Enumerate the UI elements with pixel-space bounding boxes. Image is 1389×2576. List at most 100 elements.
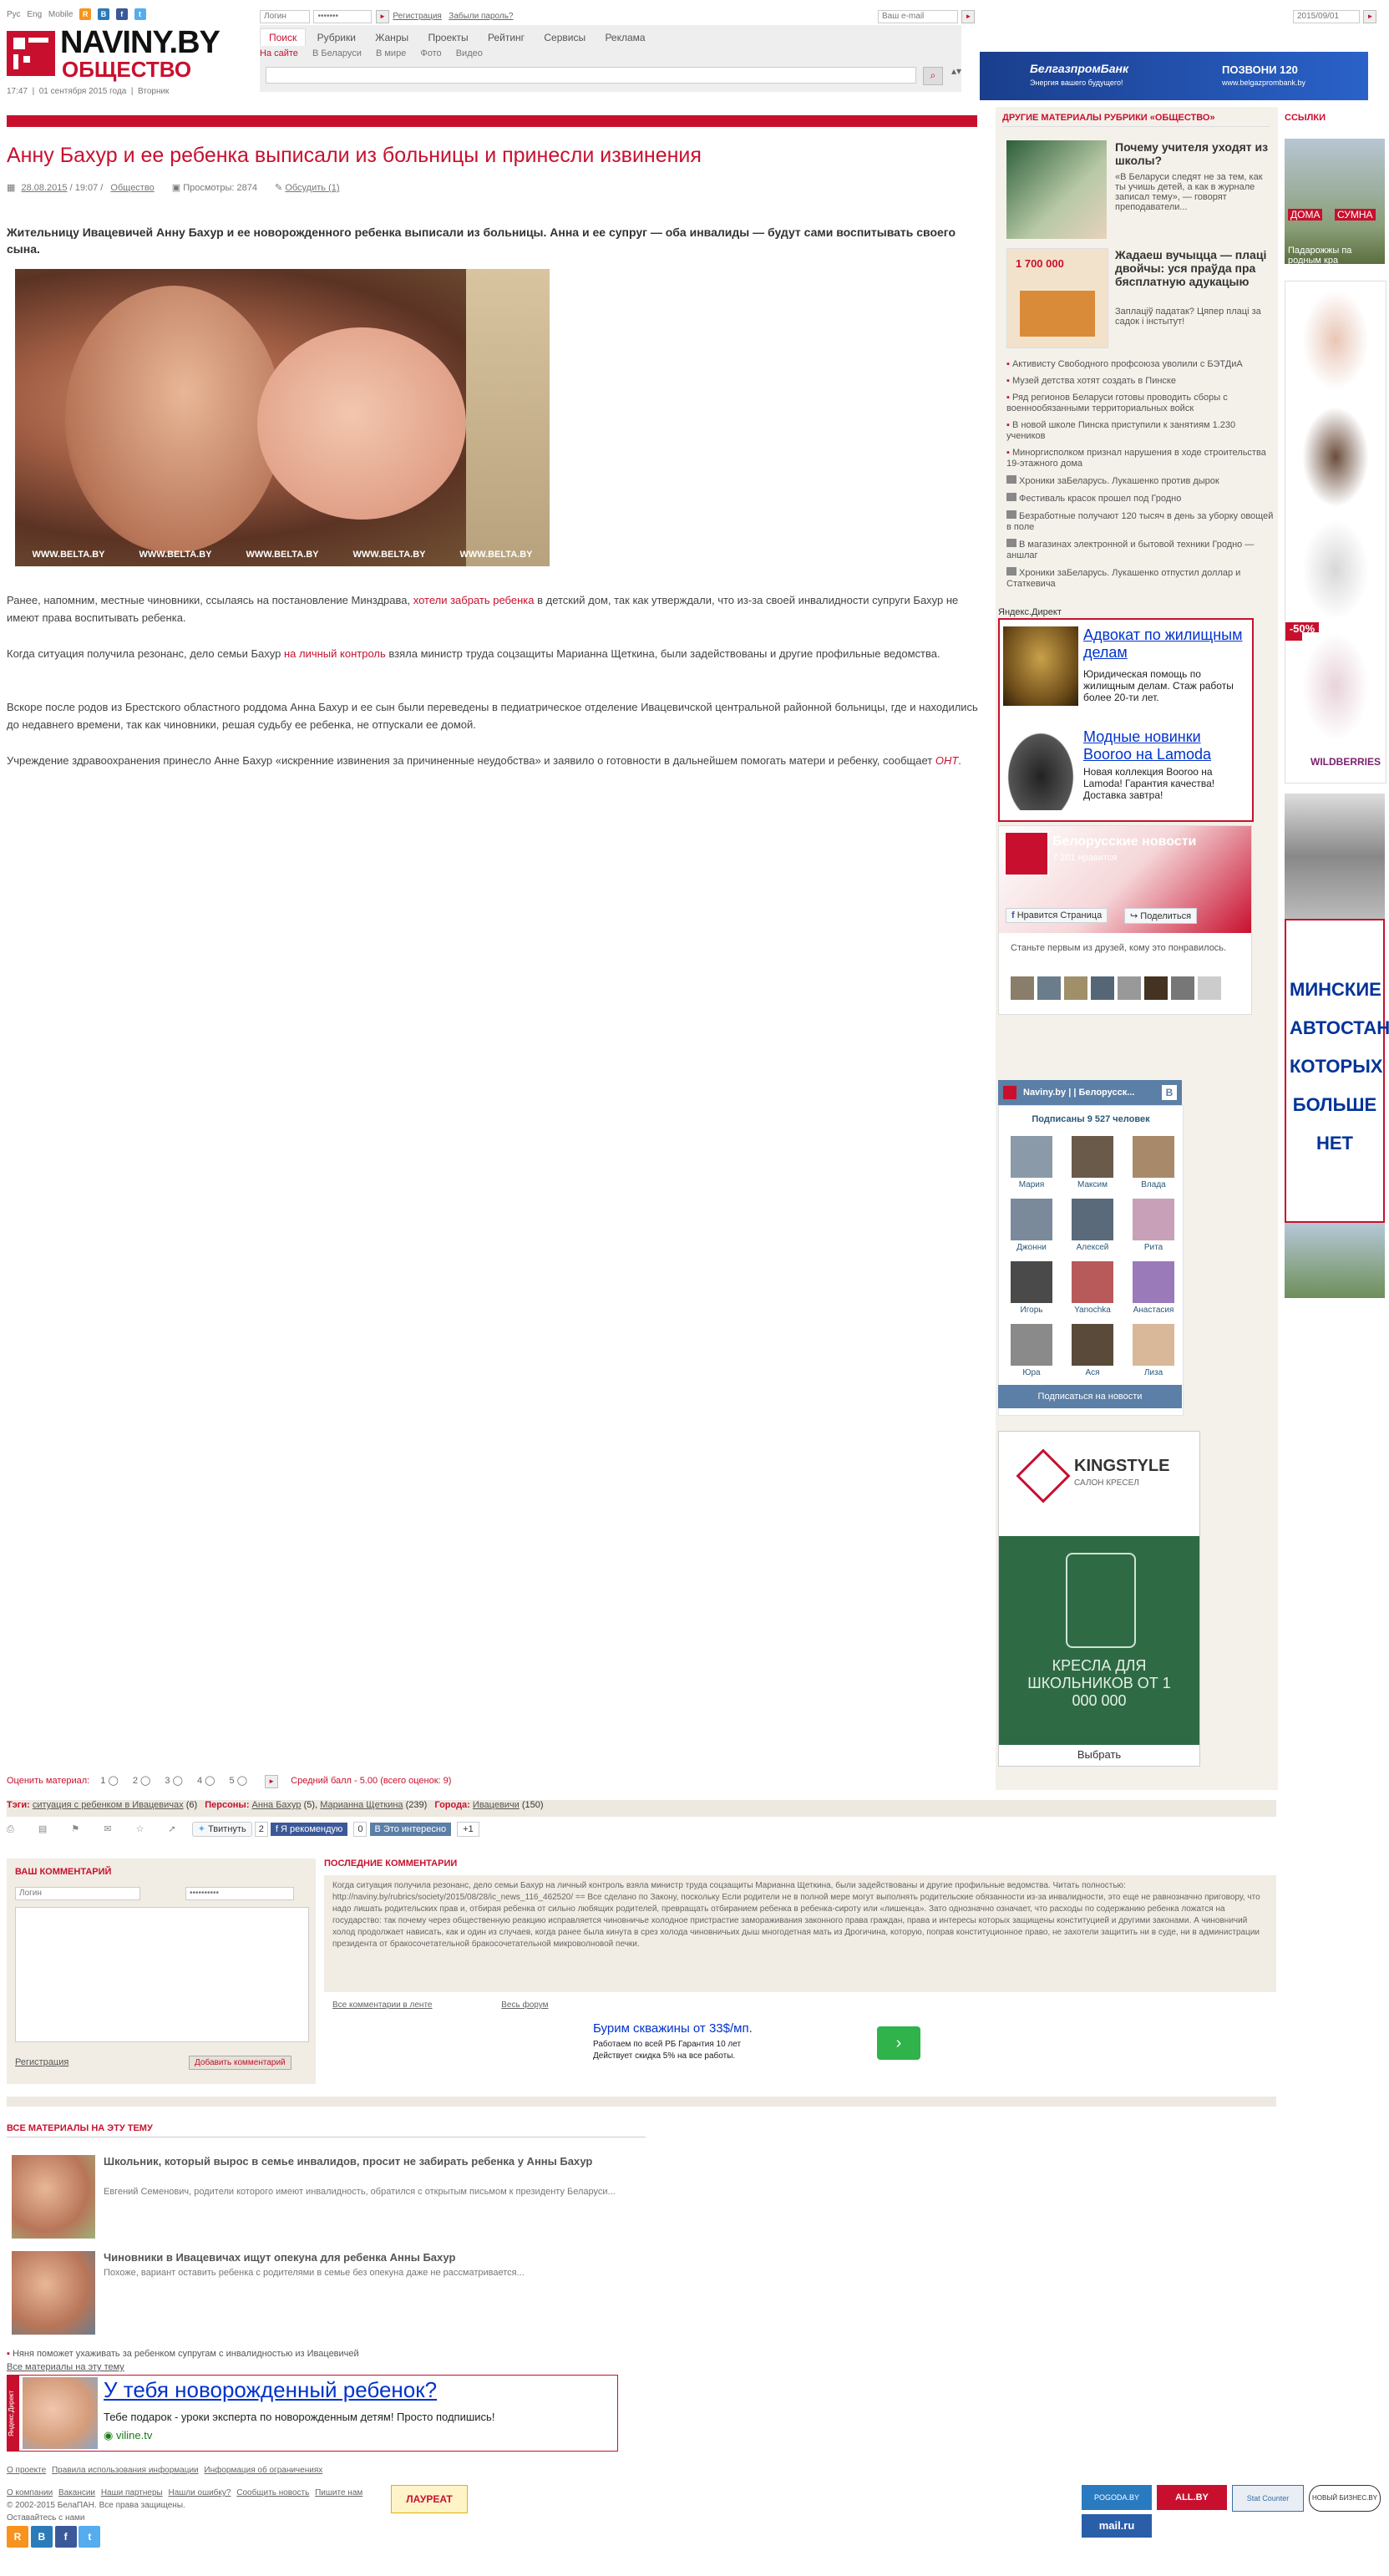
nav-ads-tab[interactable]: Реклама xyxy=(596,29,653,46)
all-related-link[interactable]: Все материалы на эту тему xyxy=(7,2362,124,2372)
news-item[interactable]: Хроники заБеларусь. Лукашенко против дыр… xyxy=(1006,475,1274,487)
footer-link[interactable]: О проекте xyxy=(7,2466,46,2475)
tag-link[interactable]: ситуация с ребенком в Ивацевичах xyxy=(33,1800,184,1810)
footer-link[interactable]: Информация об ограничениях xyxy=(204,2466,322,2475)
vk-member[interactable]: Лиза xyxy=(1124,1324,1183,1377)
footer-link[interactable]: Пишите нам xyxy=(315,2488,362,2497)
twitter-icon[interactable]: t xyxy=(134,8,146,20)
news-item[interactable]: Безработные получают 120 тысяч в день за… xyxy=(1006,510,1274,533)
ont-source-link[interactable]: ОНТ xyxy=(935,754,958,767)
nav-services-tab[interactable]: Сервисы xyxy=(535,29,594,46)
article-rubric[interactable]: Общество xyxy=(110,183,154,193)
search-input[interactable] xyxy=(266,67,916,84)
save-icon[interactable]: ▤ xyxy=(38,1824,47,1834)
vk-member[interactable]: Максим xyxy=(1063,1136,1122,1189)
related-extra[interactable]: ▪ Няня поможет ухаживать за ребенком суп… xyxy=(7,2349,359,2359)
scope-video[interactable]: Видео xyxy=(456,48,483,58)
register-link[interactable]: Регистрация xyxy=(393,12,441,21)
related-title[interactable]: Чиновники в Ивацевичах ищут опекуна для … xyxy=(104,2251,638,2264)
fb-recommend-button[interactable]: f Я рекомендую xyxy=(270,1823,348,1836)
news-item[interactable]: Хроники заБеларусь. Лукашенко отпустил д… xyxy=(1006,567,1274,590)
add-comment-button[interactable]: Добавить комментарий xyxy=(189,2056,291,2070)
nav-projects-tab[interactable]: Проекты xyxy=(419,29,476,46)
right-ad-1[interactable]: ДОМА СУМНА Падарожжы па родным кра xyxy=(1285,139,1385,266)
vk-member[interactable]: Рита xyxy=(1124,1199,1183,1252)
email-input[interactable]: Ваш e-mail xyxy=(878,10,958,23)
drilling-ad[interactable]: Бурим скважины от 33$/мп. Работаем по вс… xyxy=(593,2021,944,2070)
city-link[interactable]: Ивацевичи xyxy=(473,1800,520,1810)
date-submit-button[interactable]: ► xyxy=(1363,10,1377,23)
rating-submit-button[interactable]: ► xyxy=(265,1775,279,1788)
sidebar-story-1[interactable]: Почему учителя уходят из школы? «В Белар… xyxy=(1006,140,1274,241)
site-logo-title[interactable]: NAVINY.BY xyxy=(60,25,221,61)
vk-interesting-button[interactable]: В Это интересно xyxy=(369,1823,452,1836)
bottom-ad-site[interactable]: ◉ viline.tv xyxy=(104,2429,152,2442)
news-item[interactable]: В магазинах электронной и бытовой техник… xyxy=(1006,539,1274,561)
footer-link[interactable]: Правила использования информации xyxy=(52,2466,199,2475)
email-icon[interactable]: ✉ xyxy=(104,1824,111,1834)
vk-member[interactable]: Анастасия xyxy=(1124,1261,1183,1315)
scope-belarus[interactable]: В Беларуси xyxy=(312,48,362,58)
comment-register-link[interactable]: Регистрация xyxy=(15,2057,68,2067)
lang-ru-link[interactable]: Рус xyxy=(7,10,21,19)
story-title[interactable]: Почему учителя уходят из школы? xyxy=(1115,140,1274,167)
scope-site[interactable]: На сайте xyxy=(260,48,298,58)
right-ad-photo-1[interactable] xyxy=(1285,794,1385,919)
take-child-link[interactable]: хотели забрать ребенка xyxy=(413,594,535,606)
vk-member[interactable]: Алексей xyxy=(1063,1199,1122,1252)
scope-world[interactable]: В мире xyxy=(376,48,406,58)
bottom-ad-title[interactable]: У тебя новорожденный ребенок? xyxy=(104,2377,437,2403)
search-button[interactable]: ⌕ xyxy=(923,67,943,85)
tweet-button[interactable]: ✦ Твитнуть xyxy=(191,1822,252,1837)
counter-badge[interactable]: НОВЫЙ БИЗНЕС.BY xyxy=(1309,2485,1381,2512)
top-banner-ad[interactable]: БелгазпромБанк Энергия вашего будущего! … xyxy=(980,52,1368,100)
forum-link[interactable]: Весь форум xyxy=(501,2000,548,2010)
twitter-icon[interactable]: t xyxy=(79,2526,101,2548)
person-link[interactable]: Марианна Щеткина xyxy=(320,1800,403,1810)
rss-icon[interactable]: R xyxy=(7,2526,28,2548)
rating-option-3[interactable]: 3 ◯ xyxy=(165,1776,183,1786)
bookmark-icon[interactable]: ⚑ xyxy=(71,1824,79,1834)
footer-link[interactable]: О компании xyxy=(7,2488,53,2497)
nav-rubrics-tab[interactable]: Рубрики xyxy=(309,29,364,46)
chevron-right-icon[interactable]: › xyxy=(877,2026,920,2060)
right-ad-photo-2[interactable] xyxy=(1285,1223,1385,1298)
fb-share-button[interactable]: ↪ Поделиться xyxy=(1124,908,1198,924)
related-title[interactable]: Школьник, который вырос в семье инвалидо… xyxy=(104,2155,638,2168)
kingstyle-ad[interactable]: KINGSTYLE САЛОН КРЕСЕЛ КРЕСЛА ДЛЯ ШКОЛЬН… xyxy=(998,1431,1200,1767)
vk-member[interactable]: Ася xyxy=(1063,1324,1122,1377)
article-date[interactable]: 28.08.2015 xyxy=(21,183,67,193)
nav-genres-tab[interactable]: Жанры xyxy=(367,29,417,46)
news-item[interactable]: ▪ Миноргисполком признал нарушения в ход… xyxy=(1006,448,1274,469)
footer-link[interactable]: Сообщить новость xyxy=(236,2488,309,2497)
all-comments-link[interactable]: Все комментарии в ленте xyxy=(332,2000,432,2010)
print-icon[interactable]: ⎙ xyxy=(7,1824,14,1834)
date-input[interactable]: 2015/09/01 xyxy=(1293,10,1360,23)
comment-password-input[interactable]: •••••••••• xyxy=(185,1887,294,1900)
vk-member[interactable]: Влада xyxy=(1124,1136,1183,1189)
news-item[interactable]: ▪ Активисту Свободного профсоюза уволили… xyxy=(1006,359,1274,370)
rating-option-2[interactable]: 2 ◯ xyxy=(133,1776,151,1786)
logo-icon[interactable] xyxy=(7,31,55,76)
mailru-counter[interactable]: mail.ru xyxy=(1082,2514,1152,2538)
login-submit-button[interactable]: ► xyxy=(375,10,389,23)
forgot-password-link[interactable]: Забыли пароль? xyxy=(449,12,513,21)
rating-option-5[interactable]: 5 ◯ xyxy=(230,1776,248,1786)
rating-option-4[interactable]: 4 ◯ xyxy=(197,1776,215,1786)
counter-badge[interactable]: ALL.BY xyxy=(1157,2485,1227,2510)
drilling-ad-title[interactable]: Бурим скважины от 33$/мп. xyxy=(593,2021,753,2036)
wildberries-ad[interactable]: -50% WILDBERRIES xyxy=(1285,281,1386,783)
comment-login-input[interactable]: Логин xyxy=(15,1887,140,1900)
nav-search-tab[interactable]: Поиск xyxy=(260,28,307,46)
footer-link[interactable]: Вакансии xyxy=(58,2488,95,2497)
laureat-badge[interactable]: ЛАУРЕАТ xyxy=(391,2485,468,2513)
vk-icon[interactable]: В xyxy=(30,2526,53,2548)
favorite-icon[interactable]: ☆ xyxy=(136,1824,144,1834)
related-item-1[interactable]: Школьник, который вырос в семье инвалидо… xyxy=(12,2155,646,2239)
scope-photo[interactable]: Фото xyxy=(420,48,441,58)
kingstyle-select-button[interactable]: Выбрать xyxy=(999,1745,1199,1765)
news-item[interactable]: ▪ Музей детства хотят создать в Пинске xyxy=(1006,376,1274,387)
lang-en-link[interactable]: Eng xyxy=(27,10,42,19)
rating-option-1[interactable]: 1 ◯ xyxy=(100,1776,119,1786)
fb-page-name[interactable]: Белорусские новости xyxy=(1052,834,1196,849)
